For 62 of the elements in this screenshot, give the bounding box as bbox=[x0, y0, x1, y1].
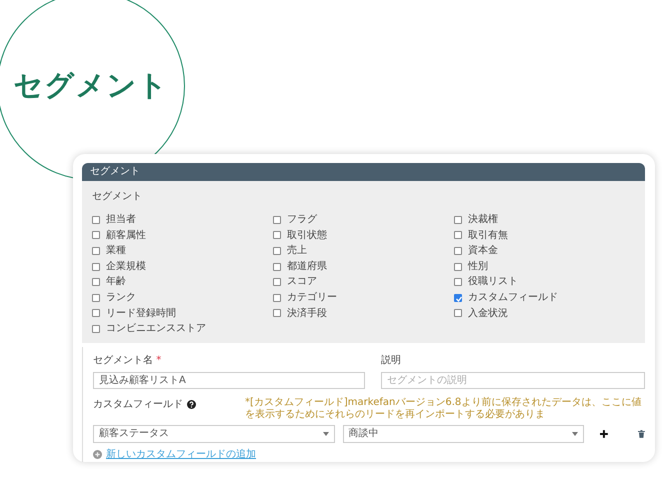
checkbox-label: 顧客属性 bbox=[106, 228, 146, 243]
field-select[interactable]: 顧客ステータス bbox=[93, 424, 335, 443]
checkbox[interactable] bbox=[273, 216, 281, 224]
checkbox-label: 役職リスト bbox=[468, 274, 518, 290]
checkbox[interactable] bbox=[273, 294, 281, 302]
checkbox[interactable] bbox=[454, 309, 462, 318]
add-icon[interactable] bbox=[93, 450, 102, 459]
checkbox[interactable] bbox=[454, 278, 462, 286]
help-icon[interactable] bbox=[187, 400, 196, 409]
checkbox[interactable] bbox=[92, 324, 100, 333]
checkbox-label: 取引有無 bbox=[468, 228, 508, 243]
field-label: 説明 bbox=[381, 354, 401, 366]
checkbox[interactable] bbox=[92, 231, 100, 240]
field-label: カスタムフィールド bbox=[93, 398, 183, 412]
checkbox-label: 担当者 bbox=[106, 212, 136, 227]
trash-icon[interactable] bbox=[638, 430, 645, 438]
checkbox-label: 決裁権 bbox=[468, 212, 498, 227]
checkbox[interactable] bbox=[273, 231, 281, 240]
checkbox[interactable] bbox=[92, 216, 100, 224]
checkbox[interactable] bbox=[92, 278, 100, 286]
checkbox-label: 資本金 bbox=[468, 244, 498, 258]
caret-icon bbox=[572, 432, 578, 436]
checkbox[interactable] bbox=[273, 309, 281, 318]
checkbox[interactable] bbox=[454, 231, 462, 240]
checkbox-label: フラグ bbox=[287, 213, 317, 227]
checkbox-label: 入金状況 bbox=[468, 306, 508, 321]
checkbox-label: 決済手段 bbox=[287, 306, 327, 321]
checkbox-label: 業種 bbox=[106, 244, 126, 258]
checkbox[interactable] bbox=[454, 216, 462, 224]
checkbox-label: ランク bbox=[106, 290, 136, 305]
description-field[interactable]: セグメントの説明 bbox=[381, 372, 645, 389]
caret-icon bbox=[322, 432, 329, 436]
checkbox[interactable] bbox=[92, 294, 100, 302]
checkbox-label: スコア bbox=[287, 275, 317, 290]
checkbox[interactable] bbox=[92, 246, 100, 255]
checkbox-label: カテゴリー bbox=[287, 290, 337, 305]
checkbox[interactable] bbox=[454, 262, 462, 271]
checkbox-label: カスタムフィールド bbox=[468, 290, 558, 305]
checkbox-label: 年齢 bbox=[106, 274, 126, 290]
checkbox-label: 都道府県 bbox=[287, 260, 327, 274]
value-select[interactable]: 商談中 bbox=[342, 424, 584, 443]
checkbox[interactable] bbox=[92, 262, 100, 271]
checkbox[interactable] bbox=[454, 294, 462, 302]
checkbox[interactable] bbox=[454, 246, 462, 255]
checkbox-label: 企業規模 bbox=[106, 260, 146, 274]
checkbox-label: リード登録時間 bbox=[106, 306, 176, 321]
checkbox-label: 取引状態 bbox=[287, 228, 327, 243]
checkbox[interactable] bbox=[273, 262, 281, 271]
checkbox[interactable] bbox=[273, 278, 281, 286]
panel-header: セグメント bbox=[82, 163, 645, 181]
checkbox[interactable] bbox=[273, 246, 281, 255]
note-text: *[カスタムフィールド]markefanバージョン6.8より前に保存されたデータは、ここに値を表示するためにそれらのリードを再インポートする必要がありま bbox=[245, 396, 642, 421]
section-label: セグメント bbox=[92, 190, 143, 204]
plus-icon[interactable] bbox=[600, 430, 608, 438]
segment-name-field[interactable]: 見込み顧客リストA bbox=[93, 372, 365, 389]
field-label: セグメント名 bbox=[93, 354, 153, 366]
checkbox-label: 売上 bbox=[287, 244, 307, 258]
badge-title: セグメント bbox=[14, 67, 168, 104]
checkbox[interactable] bbox=[92, 309, 100, 318]
checkbox-label: コンビニエンスストア bbox=[106, 322, 206, 336]
checkbox-label: 性別 bbox=[468, 260, 488, 274]
required-mark: * bbox=[156, 354, 162, 366]
